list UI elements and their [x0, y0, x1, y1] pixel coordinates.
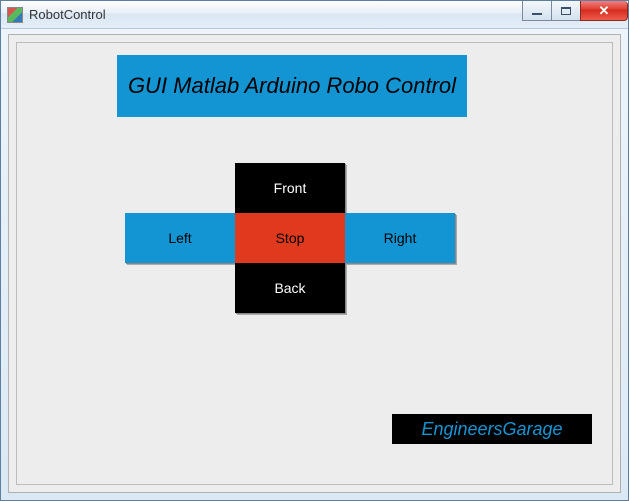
direction-pad: Front Left Stop Right Back — [125, 163, 455, 313]
titlebar: RobotControl ✕ — [1, 1, 628, 29]
front-button[interactable]: Front — [235, 163, 345, 213]
close-button[interactable]: ✕ — [580, 1, 628, 21]
minimize-icon — [532, 13, 542, 15]
window-controls: ✕ — [522, 1, 628, 21]
maximize-icon — [561, 7, 571, 15]
close-icon: ✕ — [599, 3, 610, 19]
client-area: GUI Matlab Arduino Robo Control Front Le… — [8, 34, 621, 493]
matlab-icon — [7, 7, 23, 23]
footer-brand: EngineersGarage — [392, 414, 592, 444]
page-title: GUI Matlab Arduino Robo Control — [117, 55, 467, 117]
minimize-button[interactable] — [522, 1, 552, 21]
right-button[interactable]: Right — [345, 213, 455, 263]
window-title: RobotControl — [29, 7, 106, 22]
stop-button[interactable]: Stop — [235, 213, 345, 263]
maximize-button[interactable] — [551, 1, 581, 21]
left-button[interactable]: Left — [125, 213, 235, 263]
back-button[interactable]: Back — [235, 263, 345, 313]
app-window: RobotControl ✕ GUI Matlab Arduino Robo C… — [0, 0, 629, 501]
figure-panel: GUI Matlab Arduino Robo Control Front Le… — [16, 42, 613, 485]
